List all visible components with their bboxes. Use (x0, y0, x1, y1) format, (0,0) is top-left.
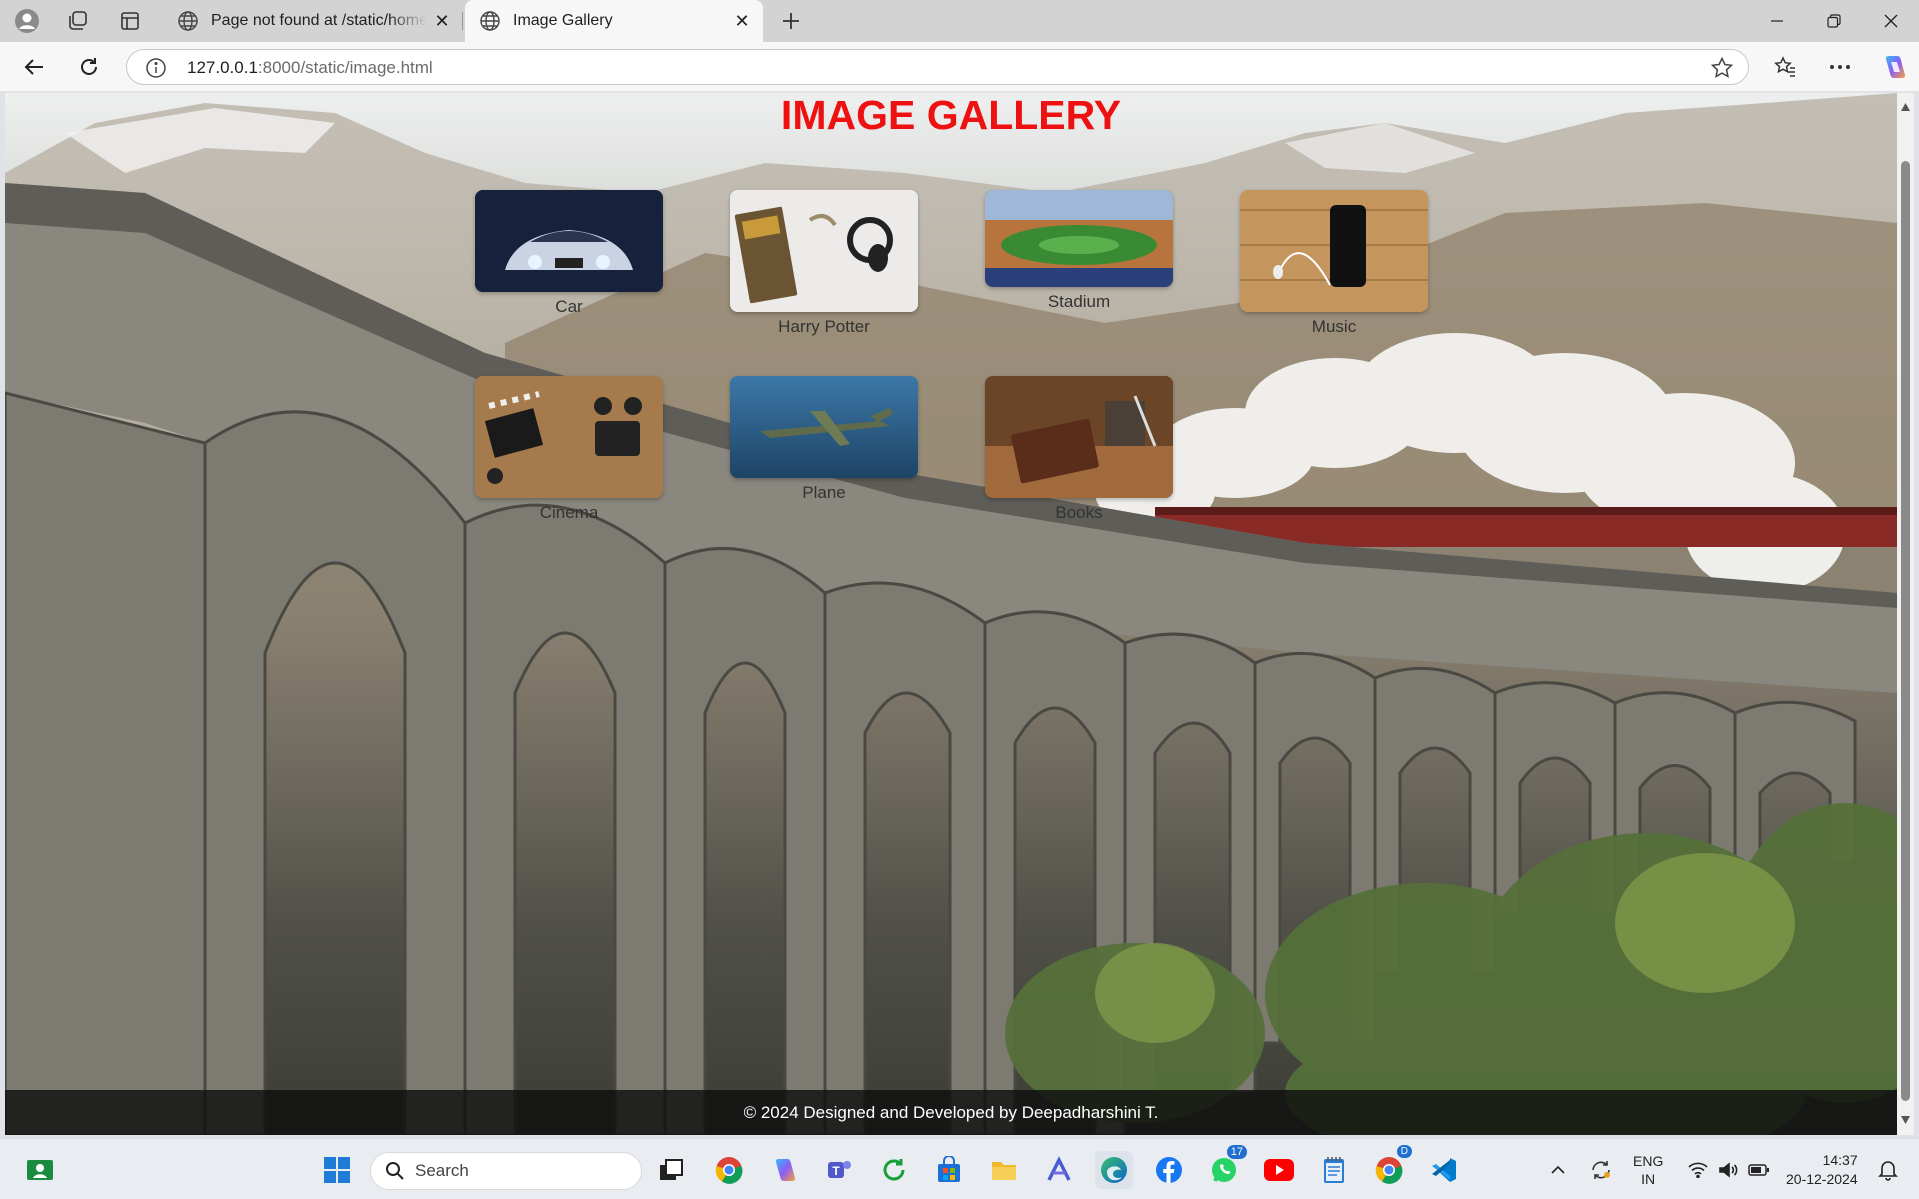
microsoft-store-icon[interactable] (930, 1151, 968, 1189)
gallery-item-music[interactable]: Music (1240, 190, 1428, 337)
close-tab-icon[interactable]: ✕ (427, 6, 457, 36)
gallery-item-car[interactable]: Car (475, 190, 663, 317)
scrollbar-thumb[interactable] (1901, 161, 1910, 1101)
more-options-icon[interactable] (1823, 50, 1857, 84)
copilot-icon[interactable] (1877, 50, 1911, 84)
site-info-icon[interactable] (145, 57, 167, 79)
close-tab-icon[interactable]: ✕ (727, 6, 757, 36)
refresh-app-icon[interactable] (875, 1151, 913, 1189)
gallery-item-books[interactable]: Books (985, 376, 1173, 523)
gallery-label: Plane (802, 483, 846, 502)
youtube-icon[interactable] (1260, 1151, 1298, 1189)
gallery-item-cinema[interactable]: Cinema (475, 376, 663, 523)
battery-icon (1748, 1163, 1769, 1176)
windows-taskbar: Search T 17 D ENG IN 14:37 20-12-2024 (0, 1138, 1919, 1199)
page-scrollbar[interactable] (1897, 93, 1914, 1135)
task-view-icon[interactable] (652, 1151, 690, 1189)
search-icon (386, 1162, 404, 1180)
workspaces-icon[interactable] (61, 5, 93, 37)
tab-page-not-found[interactable]: Page not found at /static/home.html ✕ (163, 0, 463, 42)
clock[interactable]: 14:37 20-12-2024 (1786, 1139, 1858, 1199)
tab-separator (462, 12, 463, 30)
app-a-icon[interactable] (1040, 1151, 1078, 1189)
tab-title: Image Gallery (513, 12, 613, 29)
address-bar[interactable]: 127.0.0.1:8000/static/image.html (126, 49, 1749, 85)
chrome-profile-icon[interactable]: D (1370, 1145, 1412, 1189)
gallery-item-harry-potter[interactable]: Harry Potter (730, 190, 918, 337)
back-arrow-icon[interactable] (17, 50, 51, 84)
minimize-button[interactable] (1748, 0, 1806, 42)
svg-text:T: T (832, 1164, 840, 1178)
profile-badge: D (1396, 1145, 1412, 1158)
close-window-button[interactable] (1862, 0, 1919, 42)
gallery-label: Books (1055, 503, 1103, 522)
notepad-icon[interactable] (1315, 1151, 1353, 1189)
page-viewport: IMAGE GALLERY Car Harry Potter Stadium M… (5, 93, 1897, 1135)
globe-icon (480, 11, 500, 31)
sync-icon[interactable] (1585, 1151, 1617, 1189)
cinema-image[interactable] (475, 376, 663, 498)
region-code: IN (1641, 1170, 1656, 1187)
browser-toolbar: 127.0.0.1:8000/static/image.html (0, 42, 1919, 92)
volume-icon (1719, 1161, 1738, 1178)
scroll-down-icon[interactable] (1900, 1115, 1911, 1125)
notification-badge: 17 (1226, 1145, 1247, 1159)
vscode-icon[interactable] (1425, 1151, 1463, 1189)
tab-title: Page not found at /static/home.html (211, 12, 427, 29)
chrome-icon[interactable] (710, 1151, 748, 1189)
gallery-item-stadium[interactable]: Stadium (985, 190, 1173, 312)
start-windows-icon[interactable] (318, 1151, 356, 1189)
taskbar-search[interactable]: Search (370, 1152, 642, 1190)
tab-image-gallery[interactable]: Image Gallery ✕ (465, 0, 763, 42)
vertical-tabs-icon[interactable] (114, 5, 146, 37)
whatsapp-icon[interactable]: 17 (1205, 1145, 1247, 1189)
teams-icon[interactable]: T (820, 1151, 858, 1189)
car-image[interactable] (475, 190, 663, 292)
desktop-widget-icon[interactable] (21, 1151, 59, 1189)
globe-icon (178, 11, 198, 31)
notifications-bell-icon[interactable] (1872, 1151, 1904, 1189)
gallery-label: Harry Potter (778, 317, 870, 336)
gallery-label: Stadium (1047, 292, 1111, 311)
favorites-icon[interactable] (1768, 50, 1802, 84)
favorite-star-icon[interactable] (1710, 56, 1734, 80)
gallery-label: Cinema (539, 503, 599, 522)
url-text[interactable]: 127.0.0.1:8000/static/image.html (187, 58, 433, 78)
clock-time: 14:37 (1822, 1151, 1858, 1168)
gallery-label: Music (1311, 317, 1357, 336)
wifi-icon (1688, 1162, 1708, 1178)
page-footer: © 2024 Designed and Developed by Deepadh… (5, 1090, 1897, 1135)
refresh-icon[interactable] (72, 50, 106, 84)
music-image[interactable] (1240, 190, 1428, 312)
books-image[interactable] (985, 376, 1173, 498)
language-indicator[interactable]: ENG IN (1633, 1139, 1663, 1199)
system-tray-status[interactable] (1688, 1139, 1770, 1199)
stadium-image[interactable] (985, 190, 1173, 287)
search-placeholder: Search (415, 1161, 469, 1180)
page-heading: IMAGE GALLERY (780, 93, 1122, 138)
file-explorer-icon[interactable] (985, 1151, 1023, 1189)
url-path: :8000/static/image.html (257, 58, 433, 77)
harry-potter-image[interactable] (730, 190, 918, 312)
profile-icon[interactable] (11, 5, 43, 37)
new-tab-button[interactable] (775, 5, 807, 37)
scroll-up-icon[interactable] (1900, 102, 1911, 112)
clock-date: 20-12-2024 (1786, 1170, 1858, 1187)
url-host: 127.0.0.1 (187, 58, 258, 77)
show-hidden-icons[interactable] (1543, 1151, 1573, 1189)
facebook-icon[interactable] (1150, 1151, 1188, 1189)
gallery-item-plane[interactable]: Plane (730, 376, 918, 503)
plane-image[interactable] (730, 376, 918, 478)
tab-strip: Page not found at /static/home.html ✕ Im… (0, 0, 1919, 42)
language-code: ENG (1633, 1152, 1664, 1169)
edge-icon[interactable] (1095, 1151, 1133, 1189)
gallery-label: Car (555, 297, 583, 316)
viaduct-background-image (5, 93, 1897, 1135)
copilot-app-icon[interactable] (765, 1151, 803, 1189)
restore-button[interactable] (1805, 0, 1863, 42)
